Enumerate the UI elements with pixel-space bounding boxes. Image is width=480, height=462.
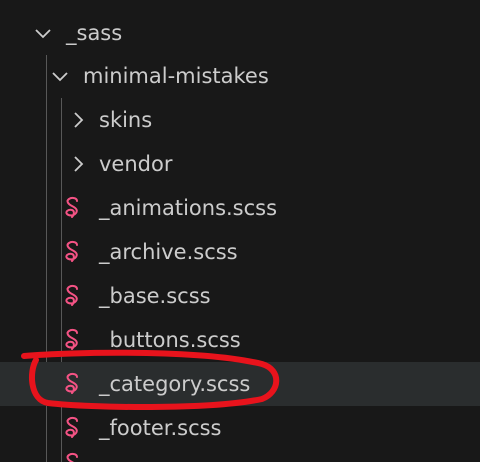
sass-icon	[63, 452, 85, 462]
chevron-down-icon[interactable]	[33, 23, 53, 43]
tree-item-file[interactable]: _buttons.scss	[0, 318, 480, 362]
folder-label: skins	[99, 108, 153, 132]
tree-item-file-selected[interactable]: _category.scss	[0, 362, 480, 406]
chevron-right-icon[interactable]	[68, 154, 88, 174]
file-label: _archive.scss	[99, 240, 238, 264]
tree-item-skins-folder[interactable]: skins	[0, 98, 480, 142]
folder-label: minimal-mistakes	[83, 64, 269, 88]
file-label: _footer.scss	[99, 416, 222, 440]
sass-icon	[63, 196, 85, 220]
file-label: _buttons.scss	[99, 328, 241, 352]
file-label: _base.scss	[99, 284, 211, 308]
file-label: _animations.scss	[99, 196, 278, 220]
file-explorer-tree: _sass minimal-mistakes skins vendor _ani…	[0, 0, 480, 462]
tree-item-vendor-folder[interactable]: vendor	[0, 142, 480, 186]
chevron-down-icon[interactable]	[50, 66, 70, 86]
tree-item-minimal-mistakes-folder[interactable]: minimal-mistakes	[0, 54, 480, 98]
sass-icon	[63, 284, 85, 308]
folder-label: _sass	[66, 21, 123, 45]
tree-item-file[interactable]: _base.scss	[0, 274, 480, 318]
tree-item-file-partial[interactable]	[0, 450, 480, 462]
tree-item-sass-folder[interactable]: _sass	[0, 11, 480, 55]
chevron-right-icon[interactable]	[68, 110, 88, 130]
tree-item-file[interactable]: _footer.scss	[0, 406, 480, 450]
sass-icon	[63, 328, 85, 352]
sass-icon	[63, 416, 85, 440]
tree-item-file[interactable]: _animations.scss	[0, 186, 480, 230]
folder-label: vendor	[99, 152, 173, 176]
file-label: _category.scss	[99, 372, 251, 396]
sass-icon	[63, 372, 85, 396]
tree-item-file[interactable]: _archive.scss	[0, 230, 480, 274]
sass-icon	[63, 240, 85, 264]
